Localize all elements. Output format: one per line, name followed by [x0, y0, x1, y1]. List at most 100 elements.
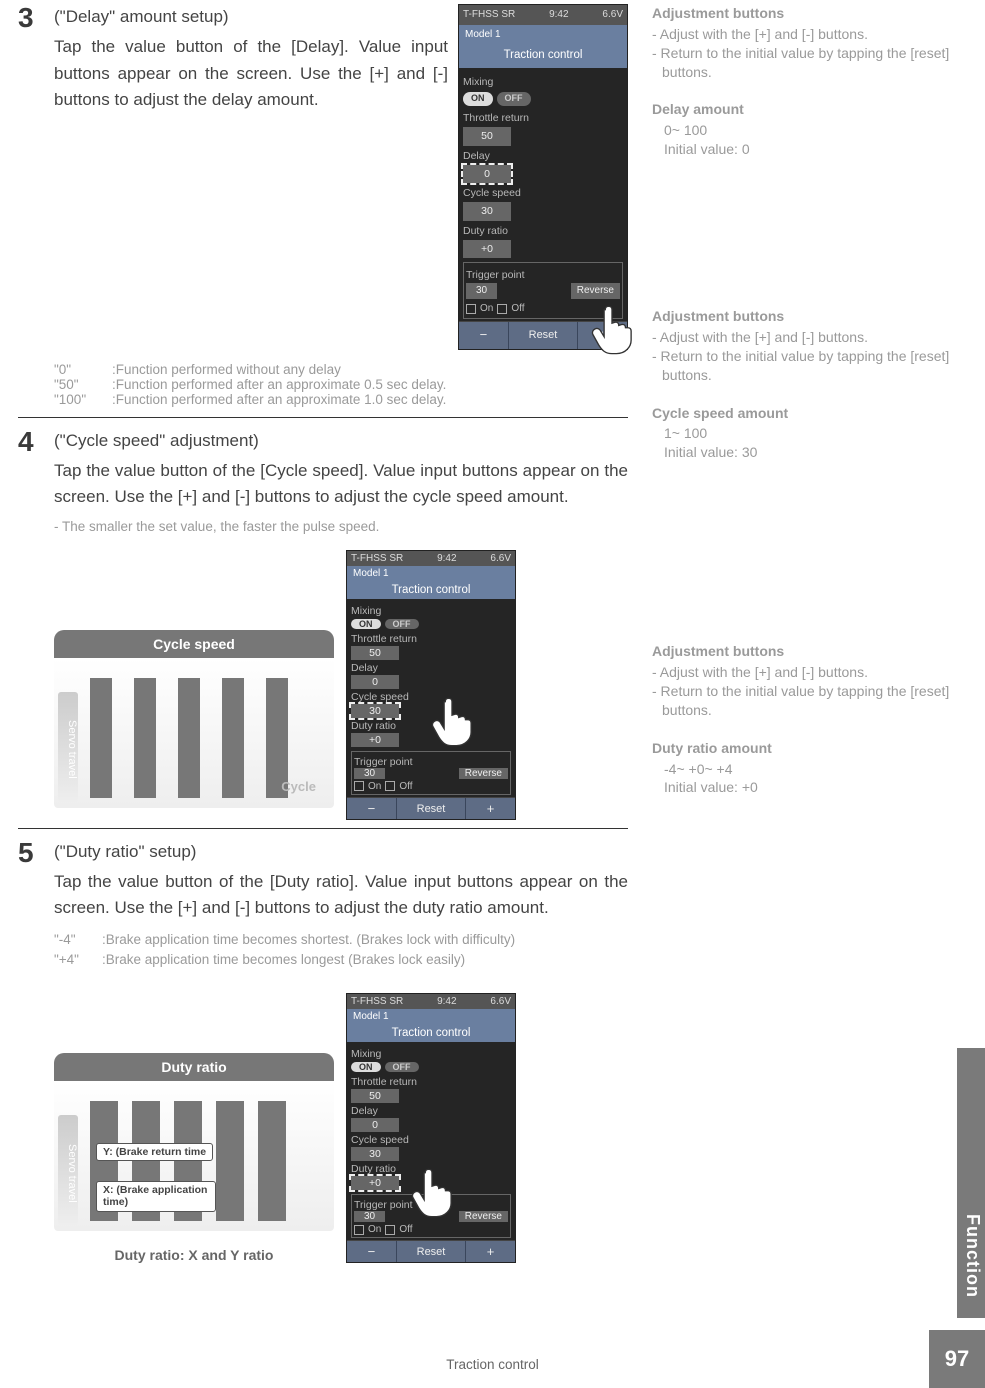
side-block-3: Adjustment buttons - Adjust with the [+]…	[652, 4, 952, 159]
hand-pointer-icon	[429, 695, 475, 749]
dev-trigger-val[interactable]: 30	[466, 283, 497, 299]
dev-cycle-val[interactable]: 30	[463, 202, 511, 220]
side-line: - Adjust with the [+] and [-] buttons.	[652, 25, 952, 44]
cycle-label: Cycle	[281, 779, 316, 794]
dev-delay-val[interactable]: 0	[463, 165, 511, 183]
dev-delay-label: Delay	[463, 148, 623, 164]
hand-pointer-icon	[589, 303, 635, 357]
side-initial: Initial value: +0	[652, 778, 952, 797]
note-key: "50"	[54, 377, 98, 392]
side-heading: Duty ratio amount	[652, 739, 952, 758]
note-val: :Function performed without any delay	[112, 362, 341, 377]
dev-duty-val[interactable]: +0	[351, 733, 399, 747]
side-heading: Cycle speed amount	[652, 404, 952, 423]
dev-model: Model 1	[459, 25, 627, 45]
mixing-on-pill[interactable]: ON	[351, 619, 381, 629]
chk-off-label: Off	[511, 301, 524, 317]
side-block-4: Adjustment buttons - Adjust with the [+]…	[652, 307, 952, 462]
chk-on-label: On	[368, 781, 381, 792]
diagram-title: Cycle speed	[54, 630, 334, 658]
dev-cycle-label: Cycle speed	[463, 185, 623, 201]
two-column-layout: 3 ("Delay" amount setup) Tap the value b…	[18, 0, 957, 1271]
step-desc: Tap the value button of the [Cycle speed…	[54, 458, 628, 511]
dev-cycle-val[interactable]: 30	[351, 1147, 399, 1161]
note-key: "-4"	[54, 930, 88, 951]
dev-thr-val[interactable]: 50	[351, 646, 399, 660]
mixing-off-pill[interactable]: OFF	[497, 92, 531, 106]
dev-reset-btn[interactable]: Reset	[509, 322, 578, 348]
step-title: ("Delay" amount setup)	[54, 4, 448, 30]
dev-duty-val[interactable]: +0	[351, 1176, 399, 1190]
dev-thr-label: Throttle return	[351, 633, 511, 645]
pulse-bars	[90, 678, 288, 798]
dev-batt: 6.6V	[490, 553, 511, 564]
step4-diagram-row: Cycle speed Servo travel Cycle T-FHSS SR…	[54, 550, 628, 820]
side-line: - Adjust with the [+] and [-] buttons.	[652, 328, 952, 347]
diagram-title: Duty ratio	[54, 1053, 334, 1081]
step-body: ("Cycle speed" adjustment) Tap the value…	[54, 428, 628, 538]
chk-on[interactable]	[354, 1225, 364, 1235]
dev-reverse-btn[interactable]: Reverse	[459, 768, 508, 779]
chk-off[interactable]	[385, 781, 395, 791]
dev-cycle-val[interactable]: 30	[351, 704, 399, 718]
dev-time: 9:42	[437, 996, 456, 1007]
dev-reset-btn[interactable]: Reset	[397, 798, 466, 819]
dev-reverse-btn[interactable]: Reverse	[571, 283, 620, 299]
dev-reset-btn[interactable]: Reset	[397, 1241, 466, 1262]
dev-minus-btn[interactable]: −	[459, 322, 509, 348]
step-title: ("Duty ratio" setup)	[54, 839, 628, 865]
chk-on[interactable]	[466, 304, 476, 314]
side-line: - Return to the initial value by tapping…	[652, 682, 952, 720]
cycle-speed-diagram: Cycle speed Servo travel Cycle	[54, 630, 334, 820]
dev-duty-val[interactable]: +0	[463, 240, 511, 258]
dev-minus-btn[interactable]: −	[347, 798, 397, 819]
step-4: 4 ("Cycle speed" adjustment) Tap the val…	[18, 428, 628, 538]
left-column: 3 ("Delay" amount setup) Tap the value b…	[18, 4, 628, 1271]
step-3: 3 ("Delay" amount setup) Tap the value b…	[18, 4, 628, 350]
right-column: Adjustment buttons - Adjust with the [+]…	[652, 4, 952, 1271]
chk-on-label: On	[368, 1224, 381, 1235]
dev-thr-val[interactable]: 50	[351, 1089, 399, 1103]
mixing-off-pill[interactable]: OFF	[385, 1062, 419, 1072]
dev-trigger-val[interactable]: 30	[354, 768, 385, 779]
mixing-on-pill[interactable]: ON	[463, 92, 493, 106]
dev-top-left: T-FHSS SR	[351, 996, 403, 1007]
mixing-off-pill[interactable]: OFF	[385, 619, 419, 629]
chk-on-label: On	[480, 301, 493, 317]
dev-delay-label: Delay	[351, 1105, 511, 1117]
dev-cycle-label: Cycle speed	[351, 1134, 511, 1146]
step3-notes: "0" :Function performed without any delay…	[54, 362, 628, 407]
dev-batt: 6.6V	[602, 7, 623, 23]
note-val: :Function performed after an approximate…	[112, 377, 446, 392]
dev-plus-btn[interactable]: +	[466, 1241, 515, 1262]
note-val: :Brake application time becomes longest …	[102, 950, 465, 971]
dev-duty-label: Duty ratio	[463, 223, 623, 239]
dev-screen-title: Traction control	[459, 44, 627, 68]
dev-mixing-label: Mixing	[351, 605, 511, 617]
dev-trigger-val[interactable]: 30	[354, 1211, 385, 1222]
chk-off[interactable]	[385, 1225, 395, 1235]
dev-plus-btn[interactable]: +	[466, 798, 515, 819]
dev-batt: 6.6V	[490, 996, 511, 1007]
dev-screen-title: Traction control	[347, 1024, 515, 1042]
side-range: -4~ +0~ +4	[652, 760, 952, 779]
dev-time: 9:42	[549, 7, 568, 23]
dev-delay-val[interactable]: 0	[351, 675, 399, 689]
dev-delay-val[interactable]: 0	[351, 1118, 399, 1132]
hand-pointer-icon	[409, 1166, 455, 1220]
divider	[18, 828, 628, 829]
chk-off[interactable]	[497, 304, 507, 314]
dev-mixing-label: Mixing	[351, 1048, 511, 1060]
note-key: "+4"	[54, 950, 88, 971]
chk-off-label: Off	[399, 781, 412, 792]
side-range: 1~ 100	[652, 424, 952, 443]
chk-on[interactable]	[354, 781, 364, 791]
duty-caption: Duty ratio: X and Y ratio	[54, 1247, 334, 1263]
dev-thr-label: Throttle return	[351, 1076, 511, 1088]
dev-minus-btn[interactable]: −	[347, 1241, 397, 1262]
dev-reverse-btn[interactable]: Reverse	[459, 1211, 508, 1222]
dev-thr-val[interactable]: 50	[463, 127, 511, 145]
servo-travel-label: Servo travel	[58, 692, 78, 802]
note-key: "0"	[54, 362, 98, 377]
mixing-on-pill[interactable]: ON	[351, 1062, 381, 1072]
